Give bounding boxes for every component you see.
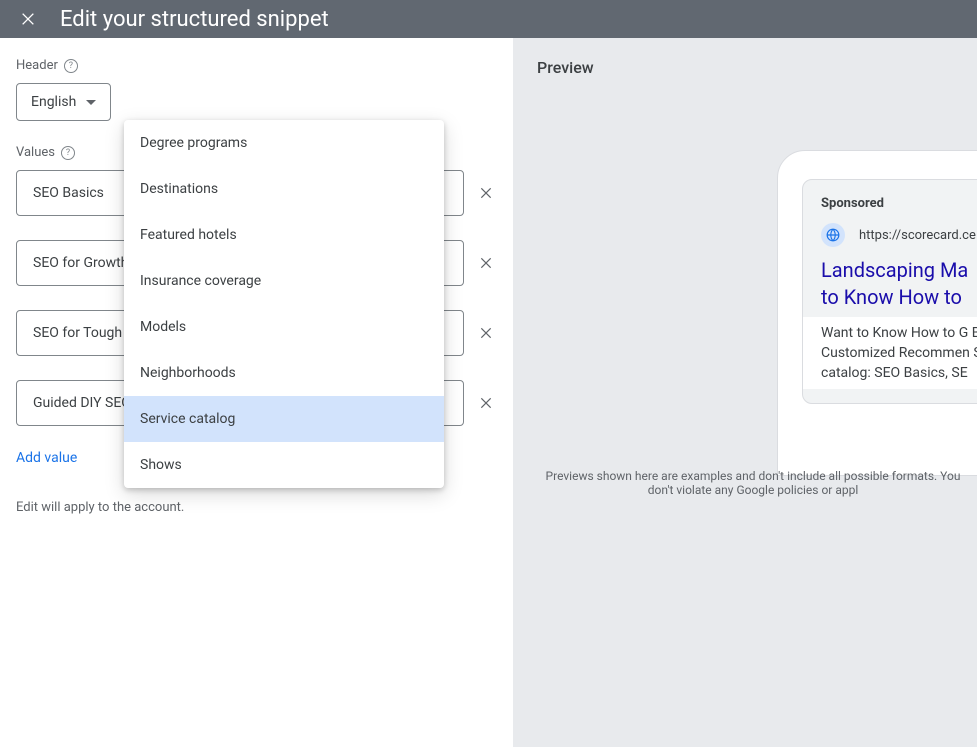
ad-url-row: https://scorecard.ce xyxy=(821,223,977,247)
page-title: Edit your structured snippet xyxy=(60,7,329,32)
clear-icon[interactable] xyxy=(476,393,496,413)
clear-icon[interactable] xyxy=(476,183,496,203)
phone-frame: Sponsored https://scorecard.ce Landscapi… xyxy=(777,150,977,476)
clear-icon[interactable] xyxy=(476,323,496,343)
preview-panel: Preview Sponsored https://scorecard.ce L… xyxy=(513,38,977,747)
dropdown-option-selected[interactable]: Service catalog xyxy=(124,396,444,442)
header-dropdown: Degree programs Destinations Featured ho… xyxy=(124,120,444,488)
top-bar: Edit your structured snippet xyxy=(0,0,977,38)
dropdown-option[interactable]: Shows xyxy=(124,442,444,488)
ad-headline: Landscaping Ma to Know How to xyxy=(821,257,977,311)
language-select[interactable]: English xyxy=(16,83,111,121)
dropdown-option[interactable]: Models xyxy=(124,304,444,350)
dropdown-option[interactable]: Insurance coverage xyxy=(124,258,444,304)
edit-panel: Header ? English Values ? SEO Basics SEO… xyxy=(0,38,513,747)
help-icon[interactable]: ? xyxy=(61,146,75,160)
dropdown-option[interactable]: Destinations xyxy=(124,166,444,212)
preview-title: Preview xyxy=(537,58,977,77)
chevron-down-icon xyxy=(86,100,96,105)
dropdown-option[interactable]: Featured hotels xyxy=(124,212,444,258)
sponsored-label: Sponsored xyxy=(821,196,977,211)
preview-disclaimer: Previews shown here are examples and don… xyxy=(529,469,977,497)
edit-note: Edit will apply to the account. xyxy=(16,500,497,515)
globe-icon xyxy=(821,223,845,247)
ad-body: Want to Know How to G Business? Take Our… xyxy=(821,323,977,383)
ad-url: https://scorecard.ce xyxy=(859,228,976,243)
dropdown-option[interactable]: Degree programs xyxy=(124,120,444,166)
language-value: English xyxy=(31,94,76,110)
header-label: Header ? xyxy=(16,58,497,73)
help-icon[interactable]: ? xyxy=(64,59,78,73)
dropdown-option[interactable]: Neighborhoods xyxy=(124,350,444,396)
clear-icon[interactable] xyxy=(476,253,496,273)
close-icon[interactable] xyxy=(16,7,40,31)
ad-card: Sponsored https://scorecard.ce Landscapi… xyxy=(802,179,977,404)
